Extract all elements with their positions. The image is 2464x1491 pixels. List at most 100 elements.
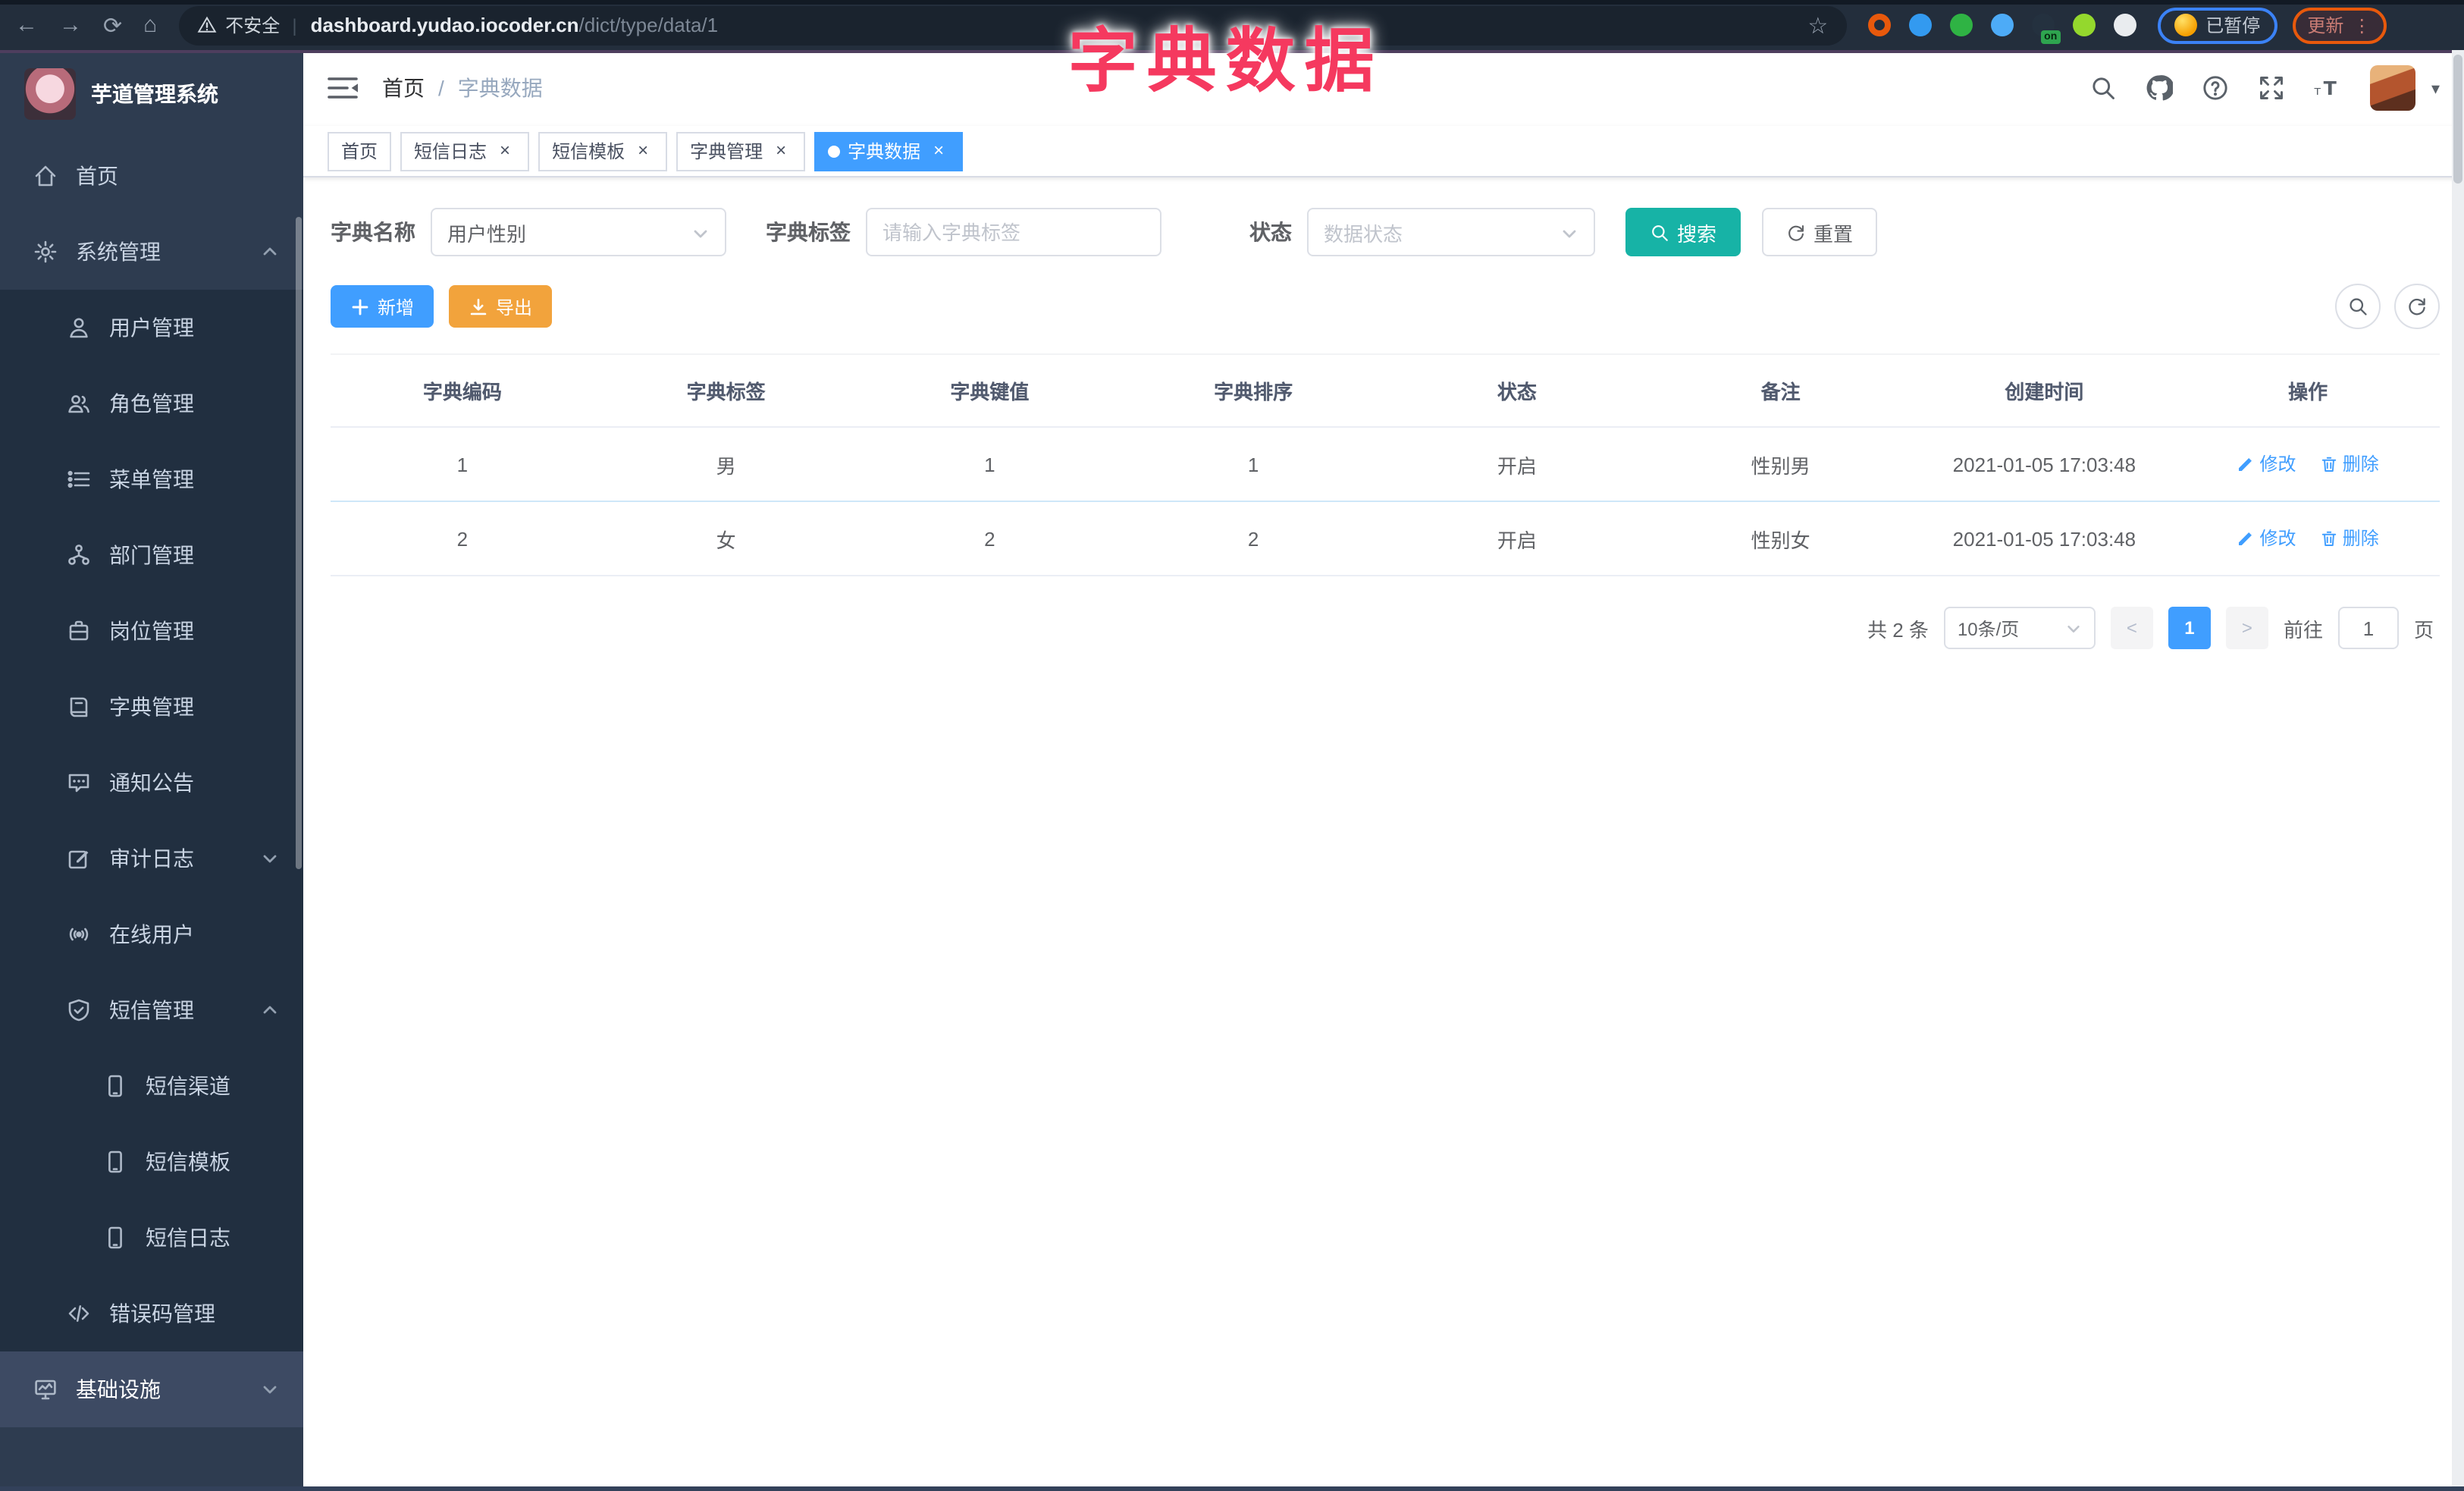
table-tools [2335,284,2440,329]
sidebar-menu-item[interactable]: 岗位管理 [0,593,303,669]
menu-item-label: 错误码管理 [109,1301,215,1326]
sidebar-menu-item[interactable]: 基础设施 [0,1351,303,1427]
dict-tag-field [866,208,1161,256]
menu-item-label: 基础设施 [76,1377,161,1402]
sidebar-menu-item[interactable]: 菜单管理 [0,441,303,517]
sidebar-menu-item[interactable]: 部门管理 [0,517,303,593]
fullscreen-icon[interactable] [2259,74,2286,102]
export-button[interactable]: 导出 [449,285,553,328]
menu-item-label: 字典管理 [109,695,194,719]
help-icon[interactable] [2202,74,2230,102]
browser-update-button[interactable]: 更新 ⋮ [2292,7,2387,43]
search-button[interactable]: 搜索 [1625,208,1741,256]
sidebar-menu-item[interactable]: 短信模板 [0,1124,303,1200]
extension-terminal-icon[interactable]: on [2031,14,2061,44]
close-icon[interactable]: × [928,140,949,162]
sidebar: 芋道管理系统 首页 系统管理 用户管理 角色管理 菜单管理 部门管理 岗位管理 … [0,50,303,1491]
status-select[interactable]: 数据状态 [1307,208,1595,256]
edit-link[interactable]: 修改 [2237,526,2296,551]
sidebar-menu-item[interactable]: 审计日志 [0,821,303,896]
delete-link[interactable]: 删除 [2320,451,2379,477]
reset-button[interactable]: 重置 [1762,208,1878,256]
badge-icon [67,619,91,643]
code-icon [67,1301,91,1326]
sidebar-menu-item[interactable]: 错误码管理 [0,1276,303,1351]
edit-link[interactable]: 修改 [2237,451,2296,477]
toggle-search-button[interactable] [2335,284,2381,329]
sidebar-menu-item[interactable]: 首页 [0,138,303,214]
view-tab[interactable]: 字典管理 × [676,131,806,171]
refresh-icon [2406,296,2428,317]
close-icon[interactable]: × [632,140,654,162]
next-page-button[interactable]: > [2225,607,2268,649]
sidebar-menu-item[interactable]: 短信管理 [0,972,303,1048]
extension-shield-icon[interactable] [1949,14,1973,36]
extensions-row: on [1867,14,2136,44]
column-header: 字典排序 [1121,353,1385,428]
sidebar-menu-item[interactable]: 用户管理 [0,290,303,366]
breadcrumb-home[interactable]: 首页 [382,73,425,103]
sidebar-scrollbar[interactable] [296,217,302,869]
browser-reload-icon[interactable]: ⟳ [103,11,122,39]
close-icon[interactable]: × [494,140,516,162]
extension-orange-icon[interactable] [1867,14,1891,36]
browser-back-icon[interactable]: ← [15,12,38,38]
browser-forward-icon[interactable]: → [59,12,82,38]
dict-name-select[interactable]: 用户性别 [431,208,726,256]
url-host: dashboard.yudao.iocoder.cn [310,14,579,36]
profile-paused-pill[interactable]: 已暂停 [2157,7,2277,43]
close-icon[interactable]: × [770,140,792,162]
sidebar-menu-item[interactable]: 短信渠道 [0,1048,303,1124]
prev-page-button[interactable]: < [2110,607,2153,649]
delete-link[interactable]: 删除 [2320,526,2379,551]
extension-sliders-icon[interactable] [1990,14,2014,36]
sidebar-logo[interactable]: 芋道管理系统 [0,50,303,138]
bookmark-star-icon[interactable]: ☆ [1807,11,1828,39]
sidebar-menu-item[interactable]: 在线用户 [0,896,303,972]
avatar-caret-icon[interactable]: ▾ [2431,78,2440,98]
sidebar-menu-item[interactable]: 短信日志 [0,1200,303,1276]
menu-item-label: 短信管理 [109,998,194,1022]
hamburger-icon[interactable] [328,76,358,100]
page-scrollbar[interactable] [2452,50,2464,1491]
refresh-table-button[interactable] [2394,284,2440,329]
view-tab[interactable]: 短信日志 × [400,131,530,171]
sidebar-menu-item[interactable]: 角色管理 [0,366,303,441]
sidebar-menu-item[interactable]: 字典管理 [0,669,303,745]
current-page-button[interactable]: 1 [2168,607,2211,649]
view-tab[interactable]: 字典数据 × [814,131,964,171]
sidebar-menu-item[interactable]: 通知公告 [0,745,303,821]
view-tab[interactable]: 首页 [328,131,392,171]
github-icon[interactable] [2146,74,2175,102]
view-tab[interactable]: 短信模板 × [538,131,668,171]
page-scrollbar-thumb[interactable] [2453,55,2462,184]
address-bar[interactable]: 不安全 | dashboard.yudao.iocoder.cn /dict/t… [178,5,1847,45]
pagination: 共 2 条 10条/页 < 1 > 前往 页 [331,607,2440,649]
monitor-icon [33,1377,58,1402]
active-dot [828,145,841,157]
browser-home-icon[interactable]: ⌂ [143,12,157,38]
browser-menu-dots-icon[interactable]: ⋮ [2353,14,2371,36]
dict-tag-label: 字典标签 [766,220,851,244]
update-label: 更新 [2307,15,2344,36]
cell-dict-value: 2 [857,501,1122,576]
cell-status: 开启 [1385,427,1649,502]
dict-tag-input[interactable] [882,221,1145,243]
add-button[interactable]: 新增 [331,285,434,328]
search-button-label: 搜索 [1677,222,1717,245]
profile-emoji-icon [2174,14,2197,36]
goto-page-input[interactable] [2337,607,2399,649]
column-header: 备注 [1648,353,1913,428]
extension-leaf-icon[interactable] [2072,14,2096,36]
font-size-icon[interactable]: тT [2315,74,2342,102]
search-icon[interactable] [2090,74,2118,102]
extension-gem-icon[interactable] [1908,14,1932,36]
user-avatar[interactable] [2370,65,2416,111]
refresh-icon [1786,222,1806,242]
page-size-select[interactable]: 10条/页 [1943,607,2096,649]
chevron-down-icon [261,849,279,868]
shield-check-icon [67,998,91,1022]
puzzle-icon[interactable] [2113,14,2136,36]
main-area: 首页 / 字典数据 тT ▾ 首页 短信日志 × 短信模板 × 字典管理 × 字… [303,50,2464,1491]
sidebar-menu-item[interactable]: 系统管理 [0,214,303,290]
